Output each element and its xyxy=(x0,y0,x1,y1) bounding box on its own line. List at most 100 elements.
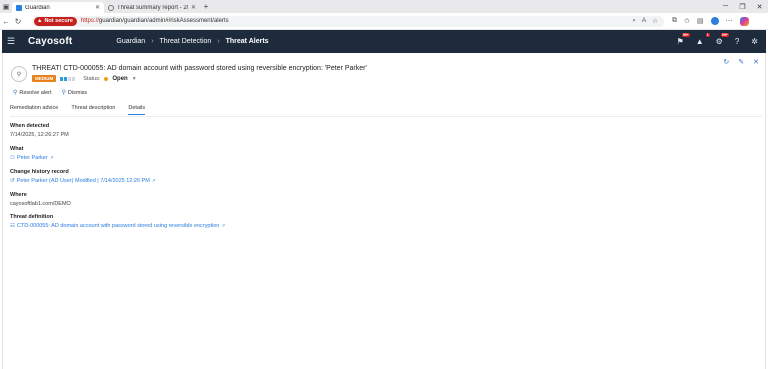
panel-actions: ↻ ✎ ✕ xyxy=(723,58,759,66)
dismiss-icon: ⚲ xyxy=(61,90,66,96)
change-history-section: Change history record ↺ Peter Parker (AD… xyxy=(10,169,156,184)
threat-definition-link[interactable]: ☷ CTD-000055: AD domain account with pas… xyxy=(10,223,225,229)
address-bar-row: ← ↻ ▲ Not secure https://guardian/guardi… xyxy=(0,13,768,30)
profile-avatar-icon[interactable] xyxy=(710,17,719,25)
read-aloud-icon[interactable]: A xyxy=(642,17,646,25)
url-text: https://guardian/guardian/admin#/riskAss… xyxy=(81,18,229,24)
when-detected-label: When detected xyxy=(10,123,50,129)
close-window-icon[interactable]: ✕ xyxy=(751,3,768,11)
chevron-right-icon: › xyxy=(151,38,154,45)
close-tab-icon[interactable]: ✕ xyxy=(95,4,100,11)
tab-details[interactable]: Details xyxy=(128,105,146,115)
alerts-bell-icon[interactable]: ⚑ 99+ xyxy=(677,33,690,46)
alerts-badge: 99+ xyxy=(681,33,690,37)
where-value: cayosoftlab1.com/DEMO xyxy=(10,201,71,207)
chevron-right-icon: › xyxy=(217,38,220,45)
severity-badge: MEDIUM xyxy=(32,75,57,82)
warning-icon: ▲ xyxy=(37,18,43,24)
resolve-alert-button[interactable]: ⚲ Resolve alert xyxy=(13,89,52,97)
when-detected-section: When detected 7/14/2025, 12:26:27 PM xyxy=(10,123,69,138)
status-label: Status: xyxy=(83,75,101,82)
where-label: Where xyxy=(10,192,27,198)
where-section: Where cayosoftlab1.com/DEMO xyxy=(10,192,71,207)
detail-tabs: Remediation advice Threat description De… xyxy=(10,105,146,115)
close-tab-icon[interactable]: ✕ xyxy=(191,4,196,11)
status-dot-icon xyxy=(104,76,109,81)
not-secure-label: Not secure xyxy=(44,18,73,24)
guardian-favicon-icon xyxy=(16,4,22,11)
change-history-value: Peter Parker (AD User) Modified | 7/14/2… xyxy=(16,178,150,184)
alert-detail-panel: ⚲ THREAT! CTD-000055: AD domain account … xyxy=(2,53,766,369)
what-link[interactable]: ⚇ Peter Parker ↗ xyxy=(10,155,54,161)
not-secure-badge[interactable]: ▲ Not secure xyxy=(34,16,77,26)
external-link-icon: ↗ xyxy=(151,178,156,183)
refresh-icon[interactable]: ↻ xyxy=(12,17,24,26)
dismiss-button[interactable]: ⚲ Dismiss xyxy=(61,89,88,97)
external-link-icon: ↗ xyxy=(221,223,226,228)
brand-logo[interactable]: Cayosoft xyxy=(28,36,72,47)
hamburger-menu-icon[interactable]: ☰ xyxy=(2,36,20,47)
breadcrumb-threat-detection[interactable]: Threat Detection xyxy=(160,38,212,45)
edit-icon[interactable]: ✎ xyxy=(738,58,744,66)
user-icon: ⚇ xyxy=(10,155,15,161)
window-menu-icon[interactable]: ▣ xyxy=(0,0,12,13)
url-actions: ⌕ A ☆ xyxy=(632,17,664,25)
browser-tab-title: Threat summary report - 2025-07 xyxy=(117,4,188,11)
breadcrumb-threat-alerts: Threat Alerts xyxy=(225,38,269,45)
chevron-down-icon[interactable]: ▼ xyxy=(132,76,137,82)
breadcrumb: Guardian › Threat Detection › Threat Ale… xyxy=(116,38,268,45)
restore-icon[interactable]: ❐ xyxy=(734,3,751,11)
zoom-icon[interactable]: ⌕ xyxy=(632,17,636,25)
what-section: What ⚇ Peter Parker ↗ xyxy=(10,146,54,161)
browser-tab-report[interactable]: Threat summary report - 2025-07 ✕ xyxy=(104,2,200,13)
threat-definition-section: Threat definition ☷ CTD-000055: AD domai… xyxy=(10,214,225,229)
window-controls: ─ ❐ ✕ xyxy=(717,3,768,11)
what-value: Peter Parker xyxy=(16,155,48,161)
browser-tab-strip: ▣ Guardian ✕ Threat summary report - 202… xyxy=(0,0,768,13)
header-actions: ⚑ 99+ ▲ 1 ⚙ 99+ ? ✲ xyxy=(677,33,766,46)
browser-tab-title: Guardian xyxy=(25,4,50,11)
notifications-icon[interactable]: ▲ 1 xyxy=(696,33,710,46)
url-field[interactable]: ▲ Not secure https://guardian/guardian/a… xyxy=(32,15,664,27)
tab-remediation-advice[interactable]: Remediation advice xyxy=(10,105,58,115)
browser-tab-guardian[interactable]: Guardian ✕ xyxy=(12,2,104,13)
tasks-badge: 99+ xyxy=(720,33,729,37)
breadcrumb-guardian[interactable]: Guardian xyxy=(116,38,145,45)
resolve-icon: ⚲ xyxy=(13,90,18,96)
help-icon[interactable]: ? xyxy=(735,37,739,46)
tab-threat-description[interactable]: Threat description xyxy=(71,105,115,115)
what-label: What xyxy=(10,146,24,152)
settings-gear-icon[interactable]: ✲ xyxy=(751,37,758,46)
copilot-icon[interactable] xyxy=(739,16,749,26)
alert-actions: ⚲ Resolve alert ⚲ Dismiss xyxy=(13,89,88,97)
globe-icon xyxy=(108,4,114,11)
alert-title: THREAT! CTD-000055: AD domain account wi… xyxy=(32,65,367,72)
tasks-icon[interactable]: ⚙ 99+ xyxy=(716,33,729,46)
refresh-icon[interactable]: ↻ xyxy=(723,58,729,66)
change-history-link[interactable]: ↺ Peter Parker (AD User) Modified | 7/14… xyxy=(10,178,156,184)
notifications-badge: 1 xyxy=(705,33,710,37)
external-link-icon: ↗ xyxy=(49,155,54,160)
favorites-icon[interactable]: ✩ xyxy=(684,17,690,25)
threat-definition-value: CTD-000055: AD domain account with passw… xyxy=(16,223,220,229)
resolve-label: Resolve alert xyxy=(19,89,52,96)
favorite-star-icon[interactable]: ☆ xyxy=(652,17,658,25)
collections-icon[interactable]: ▤ xyxy=(697,17,704,25)
minimize-icon[interactable]: ─ xyxy=(717,3,734,11)
status-dropdown[interactable]: Open xyxy=(112,76,127,82)
dismiss-label: Dismiss xyxy=(67,89,88,96)
when-detected-value: 7/14/2025, 12:26:27 PM xyxy=(10,132,69,138)
alert-meta: MEDIUM Status: Open ▼ xyxy=(32,75,137,82)
more-icon[interactable]: ⋯ xyxy=(726,17,733,25)
threat-definition-label: Threat definition xyxy=(10,214,54,220)
definition-icon: ☷ xyxy=(10,223,15,229)
extensions-icon[interactable]: ⧉ xyxy=(672,17,677,25)
new-tab-button[interactable]: + xyxy=(200,2,212,11)
change-history-label: Change history record xyxy=(10,169,69,175)
close-icon[interactable]: ✕ xyxy=(753,58,759,66)
back-icon[interactable]: ← xyxy=(0,17,12,26)
tabs-divider xyxy=(10,116,762,117)
threat-shield-icon: ⚲ xyxy=(11,66,27,82)
app-header: ☰ Cayosoft Guardian › Threat Detection ›… xyxy=(2,30,766,53)
url-path: guardian/guardian/admin#/riskAssessment/… xyxy=(98,18,229,24)
